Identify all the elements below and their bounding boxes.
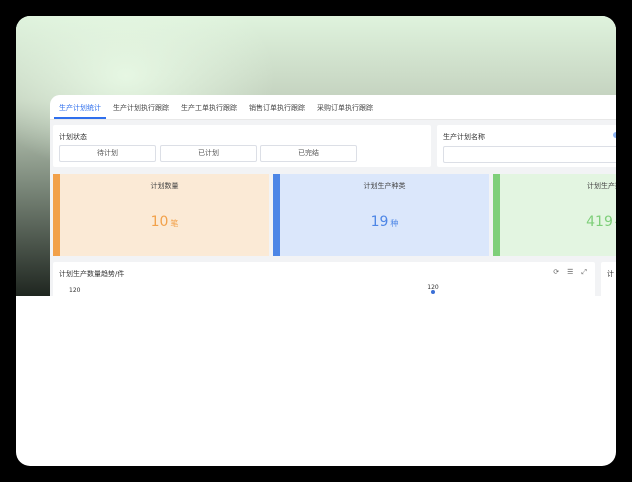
stat-label: 计划生产数: [587, 182, 616, 190]
status-completed-button[interactable]: 已完结: [260, 145, 357, 162]
stat-unit: 种: [390, 219, 399, 228]
tab-plan-execution-tracking[interactable]: 生产计划执行跟踪: [108, 103, 174, 119]
plan-name-input[interactable]: [443, 146, 616, 163]
tab-work-order-tracking[interactable]: 生产工单执行跟踪: [176, 103, 242, 119]
stat-value: 419件: [500, 214, 616, 230]
tab-bar: 生产计划统计 生产计划执行跟踪 生产工单执行跟踪 销售订单执行跟踪 采购订单执行…: [50, 95, 616, 120]
trend-chart: 120 120: [69, 284, 439, 294]
list-icon[interactable]: ☰: [567, 268, 573, 277]
refresh-icon[interactable]: ⟳: [553, 268, 559, 277]
plan-name-panel: 生产计划名称: [437, 125, 616, 167]
plan-status-panel: 计划状态 待计划 已计划 已完结: [53, 125, 431, 167]
stat-label: 计划数量: [150, 182, 179, 190]
stat-label: 计划生产种类: [363, 182, 406, 190]
stat-accent-bar: [53, 174, 60, 256]
tab-sales-order-tracking[interactable]: 销售订单执行跟踪: [244, 103, 310, 119]
status-pending-button[interactable]: 待计划: [59, 145, 156, 162]
plan-status-title: 计划状态: [59, 133, 87, 141]
second-chart-panel: 计: [601, 262, 616, 296]
stat-production-quantity: 计划生产数 419件: [493, 174, 616, 256]
y-tick-label: 120: [69, 287, 81, 294]
filter-row: 计划状态 待计划 已计划 已完结 生产计划名称: [53, 125, 616, 167]
screenshot-card: 生产计划统计 生产计划执行跟踪 生产工单执行跟踪 销售订单执行跟踪 采购订单执行…: [16, 16, 616, 466]
stat-number: 419: [586, 214, 613, 230]
stat-product-types: 计划生产种类 19 种: [273, 174, 489, 256]
hero-background: 生产计划统计 生产计划执行跟踪 生产工单执行跟踪 销售订单执行跟踪 采购订单执行…: [16, 16, 616, 296]
expand-icon[interactable]: ⤢: [581, 268, 587, 277]
data-label: 120: [427, 284, 439, 291]
tab-production-plan-stats[interactable]: 生产计划统计: [54, 103, 106, 119]
chart-title: 计划生产数量趋势/件: [59, 270, 125, 278]
status-planned-button[interactable]: 已计划: [160, 145, 257, 162]
trend-chart-panel: 120 120 计划生产数量趋势/件 ⟳ ☰ ⤢: [53, 262, 595, 296]
info-icon: [613, 132, 616, 138]
dashboard-window: 生产计划统计 生产计划执行跟踪 生产工单执行跟踪 销售订单执行跟踪 采购订单执行…: [50, 95, 616, 296]
chart-toolbar: ⟳ ☰ ⤢: [553, 268, 587, 277]
stat-number: 10: [150, 214, 169, 230]
stat-value: 19 种: [280, 214, 489, 230]
stat-unit: 笔: [170, 219, 179, 228]
tab-purchase-order-tracking[interactable]: 采购订单执行跟踪: [312, 103, 378, 119]
stat-unit: 件: [615, 219, 616, 228]
stats-row: 计划数量 10笔 计划生产种类 19种 计划生产数 419件: [53, 174, 616, 256]
plan-name-title: 生产计划名称: [443, 133, 485, 141]
stat-plan-count: 计划数量 10 笔: [53, 174, 269, 256]
stat-value: 10 笔: [60, 214, 269, 230]
second-chart-title: 计: [607, 270, 614, 278]
stat-accent-bar: [493, 174, 500, 256]
stat-number: 19: [370, 214, 389, 230]
stat-accent-bar: [273, 174, 280, 256]
